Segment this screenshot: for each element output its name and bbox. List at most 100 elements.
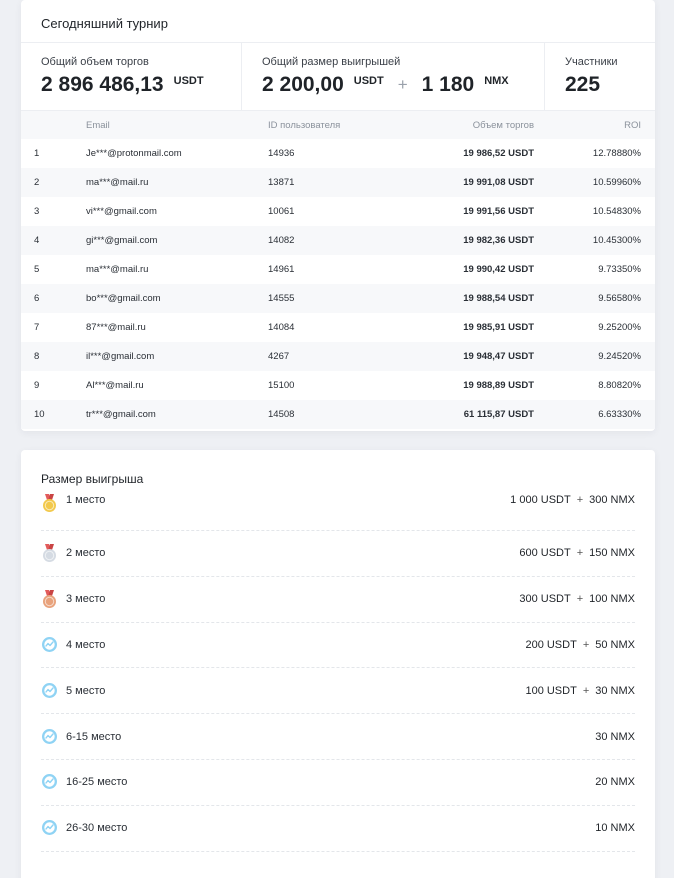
prize-usdt: 1 000 USDT <box>510 494 571 506</box>
cell-user-id: 14555 <box>268 293 295 304</box>
prize-place: 5 место <box>66 684 106 697</box>
cell-rank: 5 <box>34 264 40 275</box>
cell-user-id: 13871 <box>268 177 295 188</box>
stat-total-volume: Общий объем торгов 2 896 486,13 USDT <box>21 43 242 110</box>
table-row: 10 tr***@gmail.com 14508 61 115,87 USDT 6.63… <box>21 400 655 429</box>
prize-amount: 10 NMX <box>595 822 635 834</box>
cell-roi: 10.59960% <box>592 177 641 188</box>
table-row: 8 il***@gmail.com 4267 19 948,47 USDT 9.2452… <box>21 342 655 371</box>
table-row: 9 Al***@mail.ru 15100 19 988,89 USDT 8.80820… <box>21 371 655 400</box>
cell-roi: 9.25200% <box>598 322 641 333</box>
prize-nmx: 50 NMX <box>595 638 635 651</box>
prize-title: Размер выигрыша <box>41 472 144 486</box>
prize-amount: 1 000 USDT +300 NMX <box>510 494 635 506</box>
table-row: 5 ma***@mail.ru 14961 19 990,42 USDT 9.73350… <box>21 255 655 284</box>
cell-roi: 9.73350% <box>598 264 641 275</box>
cell-roi: 6.63330% <box>598 409 641 420</box>
table-row: 3 vi***@gmail.com 10061 19 991,56 USDT 10.54… <box>21 197 655 226</box>
table-row: 7 87***@mail.ru 14084 19 985,91 USDT 9.25200… <box>21 313 655 342</box>
cell-roi: 12.78880% <box>592 148 641 159</box>
cell-volume: 19 988,54 USDT <box>463 293 534 304</box>
cell-roi: 9.56580% <box>598 293 641 304</box>
cell-user-id: 14508 <box>268 409 295 420</box>
table-row: 2 ma***@mail.ru 13871 19 991,08 USDT 10.5996… <box>21 168 655 197</box>
prize-place: 26-30 место <box>66 822 128 835</box>
cell-rank: 1 <box>34 148 40 159</box>
cell-rank: 8 <box>34 351 40 362</box>
stat-participants: Участники 225 <box>545 43 655 110</box>
prize-row: 1 место 1 000 USDT +300 NMX <box>41 494 635 531</box>
prize-nmx: 30 NMX <box>595 684 635 697</box>
cell-email: Je***@protonmail.com <box>86 148 182 159</box>
prize-plus: + <box>576 593 584 606</box>
stat-total-volume-unit: USDT <box>173 75 204 87</box>
prize-plus: + <box>582 638 590 651</box>
tournament-title: Сегодняшний турнир <box>21 0 655 43</box>
chart-badge-icon <box>41 636 58 654</box>
cell-roi: 8.80820% <box>598 380 641 391</box>
prize-list: 1 место 1 000 USDT +300 NMX 2 место 600 USDT… <box>21 494 655 852</box>
prize-row: 3 место 300 USDT +100 NMX <box>41 577 635 623</box>
cell-rank: 10 <box>34 409 45 420</box>
prize-row: 2 место 600 USDT +150 NMX <box>41 531 635 577</box>
cell-email: 87***@mail.ru <box>86 322 146 333</box>
cell-email: vi***@gmail.com <box>86 206 157 217</box>
header-rank <box>21 111 86 139</box>
tournament-card: Сегодняшний турнир Общий объем торгов 2 … <box>21 0 655 431</box>
prize-usdt: 300 USDT <box>519 593 571 606</box>
cell-user-id: 14961 <box>268 264 295 275</box>
prize-nmx: 20 NMX <box>595 776 635 789</box>
prize-plus: + <box>576 547 584 560</box>
cell-user-id: 4267 <box>268 351 290 362</box>
cell-email: il***@gmail.com <box>86 351 155 362</box>
stat-prize-plus: + <box>397 75 408 94</box>
cell-email: Al***@mail.ru <box>86 380 144 391</box>
prize-usdt: 100 USDT <box>525 684 577 697</box>
header-roi: ROI <box>624 119 641 131</box>
cell-user-id: 10061 <box>268 206 295 217</box>
prize-amount: 100 USDT +30 NMX <box>525 685 635 697</box>
stat-prize-usdt-value: 2 200,00 <box>262 73 344 96</box>
prize-place: 3 место <box>66 593 106 606</box>
cell-volume: 19 990,42 USDT <box>463 264 534 275</box>
stat-prize-usdt-unit: USDT <box>353 75 384 87</box>
cell-volume: 19 991,08 USDT <box>463 177 534 188</box>
prize-row: 26-30 место 10 NMX <box>41 806 635 852</box>
cell-email: tr***@gmail.com <box>86 409 156 420</box>
cell-volume: 19 988,89 USDT <box>463 380 534 391</box>
prize-amount: 30 NMX <box>595 731 635 743</box>
leaderboard-table: Email ID пользователя Объем торгов ROI 1… <box>21 111 655 429</box>
cell-email: ma***@mail.ru <box>86 177 149 188</box>
cell-rank: 3 <box>34 206 40 217</box>
cell-user-id: 15100 <box>268 380 295 391</box>
cell-roi: 10.45300% <box>592 235 641 246</box>
chart-badge-icon <box>41 819 58 837</box>
stat-participants-label: Участники <box>565 56 618 68</box>
stat-participants-value: 225 <box>565 73 601 96</box>
cell-rank: 9 <box>34 380 40 391</box>
prize-nmx: 10 NMX <box>595 822 635 835</box>
stat-prize-nmx-unit: NMX <box>484 75 509 87</box>
gold-medal-icon <box>41 494 58 512</box>
cell-volume: 19 982,36 USDT <box>463 235 534 246</box>
prize-nmx: 150 NMX <box>589 547 635 560</box>
cell-roi: 9.24520% <box>598 351 641 362</box>
table-header-row: Email ID пользователя Объем торгов ROI <box>21 111 655 139</box>
prize-usdt: 600 USDT <box>519 547 571 560</box>
prize-row: 5 место 100 USDT +30 NMX <box>41 668 635 715</box>
cell-volume: 19 991,56 USDT <box>463 206 534 217</box>
prize-nmx: 100 NMX <box>589 593 635 606</box>
stat-total-volume-label: Общий объем торгов <box>41 56 149 68</box>
cell-email: gi***@gmail.com <box>86 235 158 246</box>
table-row: 4 gi***@gmail.com 14082 19 982,36 USDT 10.45… <box>21 226 655 255</box>
prize-place: 1 место <box>66 494 106 506</box>
prize-amount: 300 USDT +100 NMX <box>519 593 635 605</box>
prize-plus: + <box>576 494 584 506</box>
prize-place: 6-15 место <box>66 730 122 743</box>
prize-usdt: 200 USDT <box>525 638 577 651</box>
stat-total-prize: Общий размер выигрышей 2 200,00 USDT + 1… <box>242 43 545 110</box>
prize-place: 2 место <box>66 547 106 560</box>
cell-roi: 10.54830% <box>592 206 641 217</box>
chart-badge-icon <box>41 682 58 700</box>
cell-rank: 7 <box>34 322 40 333</box>
